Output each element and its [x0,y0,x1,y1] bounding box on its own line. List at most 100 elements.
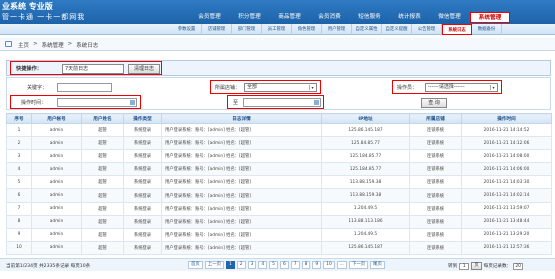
cell-ip: 125.86.145.187 [321,122,410,138]
highlight-box [10,61,162,75]
cell-op-type: 系统登录 [123,149,162,164]
table-row[interactable]: 4 admin 超管 系统登录 用户登录系统：账号：[admin] 姓名：[超管] 125… [6,162,552,177]
cell-name: 超管 [81,201,124,216]
cell-index: 7 [6,201,32,216]
col-header-ip: IP地址 [321,113,410,124]
prev-page-link[interactable]: 上一页 [204,261,224,269]
breadcrumb-system[interactable]: 系统管理 [42,41,64,49]
page-number-link[interactable]: 10 [323,261,335,269]
table-row[interactable]: 9 admin 超管 系统登录 用户登录系统：账号：[admin] 姓名：[超管] 1.2… [6,227,552,242]
top-nav-sms[interactable]: 短信服务 [350,12,390,23]
page-number-link[interactable]: 2 [236,261,246,269]
sub-nav-custom-attrs[interactable]: 自定义属性 [352,24,382,35]
sub-nav-staff[interactable]: 员工管理 [262,24,292,35]
cell-time: 2016-11-21 13:59:07 [461,201,552,216]
cell-name: 超管 [81,214,124,229]
top-nav-system[interactable]: 系统管理 [470,12,510,23]
cell-ip: 125.184.85.77 [321,149,410,164]
col-header-name: 用户姓名 [81,113,124,124]
cell-account: admin [31,136,82,151]
cell-account: admin [31,162,82,177]
page-number-link[interactable]: 3 [247,261,257,269]
col-header-detail: 日志详情 [161,113,322,124]
cell-ip: 125.184.85.77 [321,162,410,177]
pagination-bar: 当前第1/234页 共2335条记录 每页10条 首页 上一页 12345678… [0,258,555,271]
keyword-input[interactable] [57,83,112,92]
cell-account: admin [31,240,82,255]
first-page-link[interactable]: 首页 [188,261,203,269]
cell-account: admin [31,201,82,216]
cell-op-type: 系统登录 [123,162,162,177]
top-nav-consume[interactable]: 会员消费 [310,12,350,23]
cell-time: 2016-11-21 14:08:00 [461,149,552,164]
top-nav-wechat[interactable]: 微信管理 [430,12,470,23]
cell-account: admin [31,188,82,203]
next-page-link[interactable]: 下一页 [348,261,369,269]
sub-nav-users[interactable]: 用户管理 [322,24,352,35]
sub-nav-departments[interactable]: 部门管理 [232,24,262,35]
cell-index: 6 [6,188,32,203]
jump-page-input[interactable]: 1 [459,262,470,270]
cell-detail: 用户登录系统：账号：[admin] 姓名：[超管] [161,214,322,229]
table-row[interactable]: 1 admin 超管 系统登录 用户登录系统：账号：[admin] 姓名：[超管] 125… [6,122,552,138]
col-header-op-type: 操作类型 [123,113,162,124]
table-row[interactable]: 6 admin 超管 系统登录 用户登录系统：账号：[admin] 姓名：[超管] 113… [6,188,552,203]
page-number-link[interactable]: 6 [279,261,289,269]
sub-nav-backup[interactable]: 数据备份 [472,24,502,35]
table-row[interactable]: 5 admin 超管 系统登录 用户登录系统：账号：[admin] 姓名：[超管] 113… [6,175,552,190]
cell-detail: 用户登录系统：账号：[admin] 姓名：[超管] [161,175,322,190]
cell-name: 超管 [81,188,124,203]
table-row[interactable]: 8 admin 超管 系统登录 用户登录系统：账号：[admin] 姓名：[超管] 113… [6,214,552,229]
table-row[interactable]: 2 admin 超管 系统登录 用户登录系统：账号：[admin] 姓名：[超管] 125… [6,136,552,151]
sub-nav-system-log[interactable]: 系统日志 [442,24,472,35]
table-row[interactable]: 7 admin 超管 系统登录 用户登录系统：账号：[admin] 姓名：[超管] 1.2… [6,201,552,216]
sub-nav-announcements[interactable]: 公告管理 [412,24,442,35]
last-page-link[interactable]: 尾页 [370,261,385,269]
page-number-link[interactable]: 9 [312,261,322,269]
cell-account: admin [31,122,82,138]
table-row[interactable]: 10 admin 超管 系统登录 用户登录系统：账号：[admin] 姓名：[超管] 12… [6,240,552,255]
sub-nav: 参数设置 店铺管理 部门管理 员工管理 角色管理 用户管理 自定义属性 自定义提… [0,24,555,35]
jump-go-button[interactable]: 页 [471,262,482,270]
page-number-link[interactable]: 7 [290,261,300,269]
sub-nav-stores[interactable]: 店铺管理 [202,24,232,35]
cell-account: admin [31,175,82,190]
cell-name: 超管 [81,175,124,190]
top-nav-reports[interactable]: 统计报表 [390,12,430,23]
breadcrumb-separator: > [67,41,73,47]
breadcrumb-home[interactable]: 主页 [18,41,29,49]
top-nav-points[interactable]: 积分管理 [230,12,270,23]
cell-time: 2016-11-21 14:06:00 [461,162,552,177]
cell-time: 2016-11-21 13:29:20 [461,227,552,242]
sub-nav-custom-reminders[interactable]: 自定义提醒 [382,24,412,35]
page-number-link[interactable]: 8 [301,261,311,269]
page-number-link[interactable]: 1 [225,261,235,269]
sub-nav-roles[interactable]: 角色管理 [292,24,322,35]
cell-account: admin [31,149,82,164]
table-row[interactable]: 3 admin 超管 系统登录 用户登录系统：账号：[admin] 姓名：[超管] 125… [6,149,552,164]
cell-store: 连锁系统 [409,175,462,190]
top-nav-goods[interactable]: 商品管理 [270,12,310,23]
cell-ip: 125.84.85.77 [321,136,410,151]
top-nav-member[interactable]: 会员管理 [190,12,230,23]
cell-store: 连锁系统 [409,136,462,151]
cell-op-type: 系统登录 [123,240,162,255]
pagination-info: 当前第1/234页 共2335条记录 每页10条 [6,264,91,269]
breadcrumb-separator: > [33,41,38,47]
page-jump: 转到 1 页 每页记录数： 20 [448,262,524,270]
table-header-row: 序号 用户帐号 用户姓名 操作类型 日志详情 IP地址 所属店铺 操作时间 [6,113,552,124]
query-button[interactable]: 查 询 [421,98,447,108]
highlight-box [10,95,141,109]
page-number-link[interactable]: 4 [258,261,268,269]
cell-name: 超管 [81,240,124,255]
quick-ops-bar: 快捷操作： 7天前日志 清理日志 [6,60,551,76]
cell-time: 2016-11-21 12:57:36 [461,240,552,255]
sub-nav-params[interactable]: 参数设置 [172,24,202,35]
breadcrumb-current: 系统日志 [76,43,99,49]
home-icon[interactable] [5,41,12,47]
cell-op-type: 系统登录 [123,122,162,138]
page-number-link[interactable]: 5 [269,261,278,269]
top-nav: 会员管理 积分管理 商品管理 会员消费 短信服务 统计报表 微信管理 系统管理 [190,12,510,23]
page-size-select[interactable]: 20 [513,262,524,270]
cell-ip: 125.86.145.187 [321,240,410,255]
